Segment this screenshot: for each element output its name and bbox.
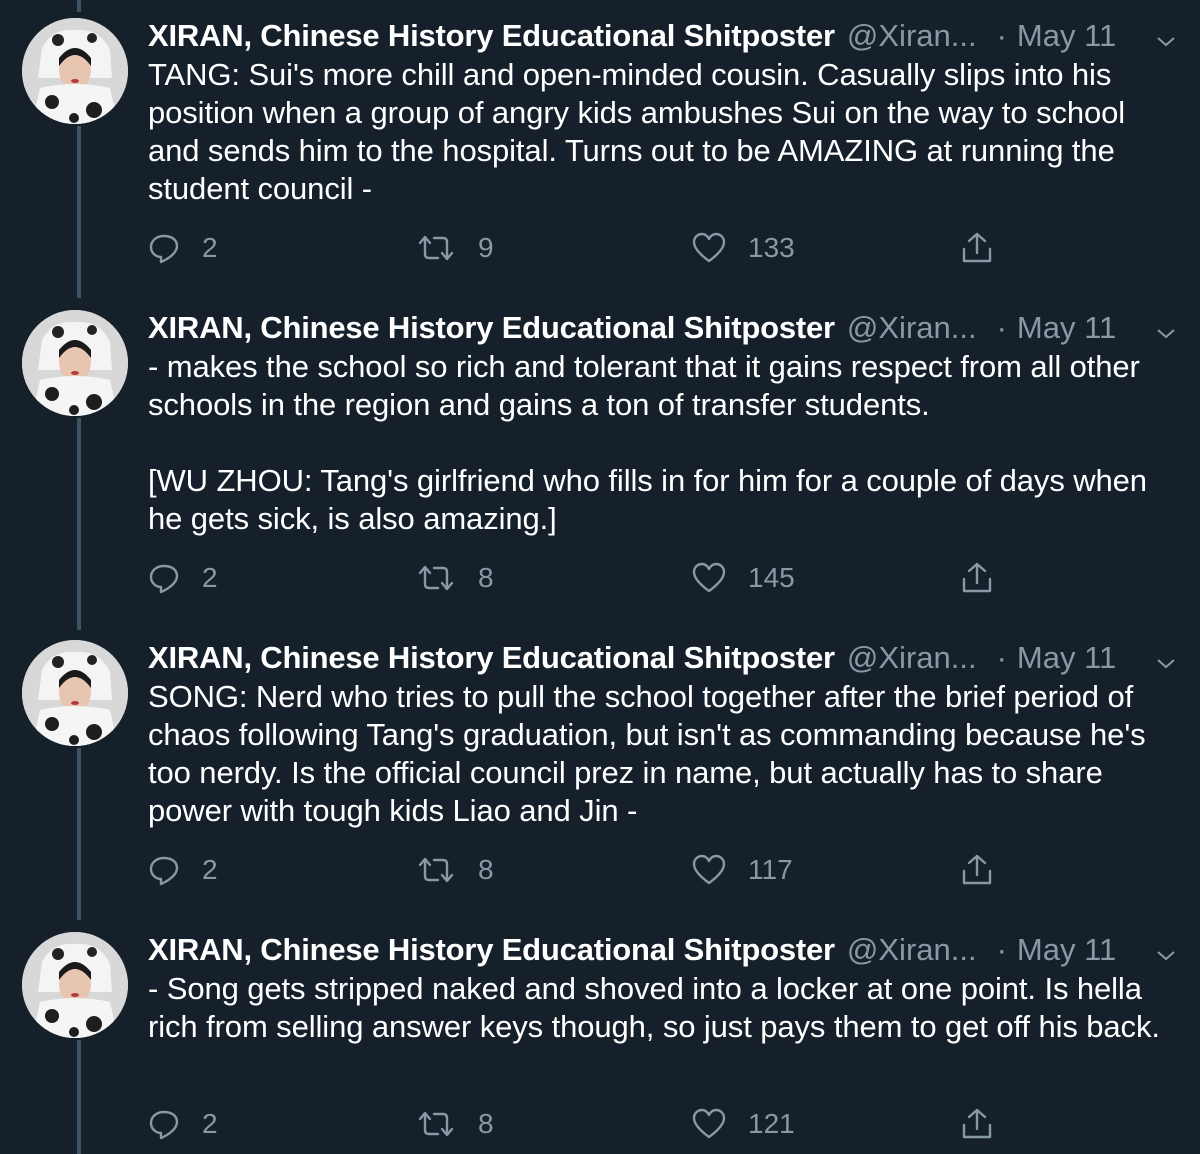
display-name[interactable]: XIRAN, Chinese History Educational Shitp… [148, 930, 835, 970]
tweet-date[interactable]: May 11 [1017, 16, 1116, 56]
user-handle[interactable]: @Xiran... [847, 16, 977, 56]
retweet-button[interactable]: 8 [416, 1104, 494, 1144]
tweet-header: XIRAN, Chinese History Educational Shitp… [148, 308, 1175, 348]
user-handle[interactable]: @Xiran... [847, 308, 977, 348]
display-name[interactable]: XIRAN, Chinese History Educational Shitp… [148, 638, 835, 678]
heart-icon [692, 854, 726, 886]
thread-line [77, 418, 81, 630]
speech-bubble-icon [148, 1108, 180, 1140]
share-upload-icon [960, 231, 994, 265]
like-button[interactable]: 117 [692, 850, 793, 890]
tweet-actions: 2 9 133 [148, 228, 1008, 268]
tweet-date[interactable]: May 11 [1017, 930, 1116, 970]
display-name[interactable]: XIRAN, Chinese History Educational Shitp… [148, 308, 835, 348]
retweet-arrows-icon [416, 854, 456, 886]
retweet-button[interactable]: 9 [416, 228, 494, 268]
avatar[interactable] [22, 18, 128, 124]
reply-button[interactable]: 2 [148, 558, 218, 598]
retweet-count: 9 [478, 232, 494, 263]
heart-icon [692, 1108, 726, 1140]
reply-count: 2 [202, 1108, 218, 1139]
retweet-arrows-icon [416, 232, 456, 264]
reply-count: 2 [202, 562, 218, 593]
like-count: 145 [748, 562, 795, 593]
share-button[interactable] [960, 1104, 994, 1144]
thread-line [77, 748, 81, 920]
speech-bubble-icon [148, 232, 180, 264]
retweet-arrows-icon [416, 562, 456, 594]
share-button[interactable] [960, 558, 994, 598]
chevron-down-icon[interactable] [1154, 938, 1178, 962]
user-handle[interactable]: @Xiran... [847, 638, 977, 678]
separator-dot: · [996, 932, 1007, 967]
avatar[interactable] [22, 932, 128, 1038]
retweet-arrows-icon [416, 1108, 456, 1140]
tweet-text: SONG: Nerd who tries to pull the school … [148, 679, 1155, 828]
share-button[interactable] [960, 850, 994, 890]
tweet-actions: 2 8 145 [148, 558, 1008, 598]
retweet-button[interactable]: 8 [416, 558, 494, 598]
tweet-header: XIRAN, Chinese History Educational Shitp… [148, 16, 1175, 56]
tweet-text: - makes the school so rich and tolerant … [148, 349, 1147, 536]
thread-line [77, 0, 81, 12]
tweet-header: XIRAN, Chinese History Educational Shitp… [148, 638, 1175, 678]
tweet-date[interactable]: May 11 [1017, 308, 1116, 348]
tweet-text: - Song gets stripped naked and shoved in… [148, 971, 1160, 1044]
tweet-date[interactable]: May 11 [1017, 638, 1116, 678]
tweet-header: XIRAN, Chinese History Educational Shitp… [148, 930, 1175, 970]
retweet-button[interactable]: 8 [416, 850, 494, 890]
reply-count: 2 [202, 232, 218, 263]
heart-icon [692, 232, 726, 264]
heart-icon [692, 562, 726, 594]
share-button[interactable] [960, 228, 994, 268]
separator-dot: · [996, 18, 1007, 53]
tweet-actions: 2 8 121 [148, 1104, 1008, 1144]
tweet-text: TANG: Sui's more chill and open-minded c… [148, 57, 1134, 206]
like-count: 117 [748, 854, 793, 885]
like-button[interactable]: 121 [692, 1104, 795, 1144]
like-count: 133 [748, 232, 795, 263]
reply-button[interactable]: 2 [148, 228, 218, 268]
avatar[interactable] [22, 640, 128, 746]
reply-button[interactable]: 2 [148, 850, 218, 890]
like-button[interactable]: 133 [692, 228, 795, 268]
user-handle[interactable]: @Xiran... [847, 930, 977, 970]
retweet-count: 8 [478, 1108, 494, 1139]
thread-line [77, 126, 81, 298]
display-name[interactable]: XIRAN, Chinese History Educational Shitp… [148, 16, 835, 56]
retweet-count: 8 [478, 562, 494, 593]
speech-bubble-icon [148, 854, 180, 886]
reply-count: 2 [202, 854, 218, 885]
separator-dot: · [996, 310, 1007, 345]
share-upload-icon [960, 561, 994, 595]
separator-dot: · [996, 640, 1007, 675]
like-count: 121 [748, 1108, 795, 1139]
chevron-down-icon[interactable] [1154, 316, 1178, 340]
chevron-down-icon[interactable] [1154, 646, 1178, 670]
reply-button[interactable]: 2 [148, 1104, 218, 1144]
chevron-down-icon[interactable] [1154, 24, 1178, 48]
like-button[interactable]: 145 [692, 558, 795, 598]
share-upload-icon [960, 1107, 994, 1141]
retweet-count: 8 [478, 854, 494, 885]
thread-line [77, 1040, 81, 1154]
speech-bubble-icon [148, 562, 180, 594]
avatar[interactable] [22, 310, 128, 416]
share-upload-icon [960, 853, 994, 887]
tweet-actions: 2 8 117 [148, 850, 1008, 890]
